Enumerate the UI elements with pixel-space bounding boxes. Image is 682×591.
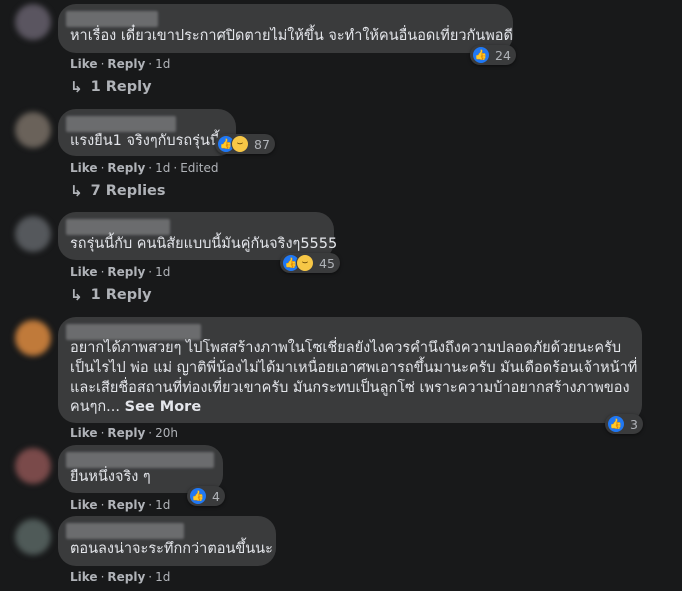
see-more-link[interactable]: See More: [125, 399, 202, 415]
avatar[interactable]: [15, 519, 51, 555]
comment-text: หาเรื่อง เดี๋ยวเขาประกาศปิดตายไม่ให้ขึ้น…: [70, 28, 513, 44]
avatar[interactable]: [15, 448, 51, 484]
author-name-blurred[interactable]: [66, 324, 201, 340]
comment-text-truncated: คนๆก...: [70, 399, 121, 415]
reaction-count-pill[interactable]: 👍 24: [470, 45, 516, 65]
comment-text-line-1: อยากได้ภาพสวยๆ ไปโพสสร้างภาพในโซเชี่ยลยั…: [70, 340, 622, 356]
timestamp[interactable]: 1d: [155, 161, 170, 175]
comment-bubble: หาเรื่อง เดี๋ยวเขาประกาศปิดตายไม่ให้ขึ้น…: [58, 4, 513, 53]
timestamp[interactable]: 1d: [155, 265, 170, 279]
like-link[interactable]: Like: [70, 161, 98, 175]
timestamp[interactable]: 1d: [155, 498, 170, 512]
author-name-blurred[interactable]: [66, 11, 158, 27]
like-reaction-icon: 👍: [472, 46, 490, 64]
comment-actions: Like · Reply · 1d: [70, 570, 171, 584]
comment-text: รถรุ่นนี้กับ คนนิสัยแบบนี้มันคู่กันจริงๆ…: [70, 236, 338, 252]
edited-label[interactable]: Edited: [180, 161, 218, 175]
reply-link[interactable]: Reply: [107, 570, 145, 584]
like-link[interactable]: Like: [70, 426, 98, 440]
comment-actions: Like · Reply · 1d: [70, 57, 171, 71]
comment-text: แรงยืน1 จริงๆกับรถรุ่นนี้: [70, 133, 220, 149]
author-name-blurred[interactable]: [66, 116, 176, 132]
like-reaction-icon: 👍: [189, 487, 207, 505]
comment-actions: Like · Reply · 1d · Edited: [70, 161, 219, 175]
view-replies-link[interactable]: ↳ 1 Reply: [70, 78, 152, 96]
replies-label: 1 Reply: [90, 287, 152, 303]
reaction-count: 3: [630, 416, 638, 432]
avatar[interactable]: [15, 112, 51, 148]
reaction-count-pill[interactable]: 👍 ⌣ 87: [215, 134, 275, 154]
reply-arrow-icon: ↳: [70, 182, 83, 200]
avatar[interactable]: [15, 4, 51, 40]
replies-label: 7 Replies: [90, 183, 166, 199]
timestamp[interactable]: 20h: [155, 426, 178, 440]
reaction-count: 45: [319, 255, 335, 271]
like-link[interactable]: Like: [70, 498, 98, 512]
author-name-blurred[interactable]: [66, 523, 184, 539]
reply-link[interactable]: Reply: [107, 426, 145, 440]
timestamp[interactable]: 1d: [155, 57, 170, 71]
reply-link[interactable]: Reply: [107, 498, 145, 512]
like-link[interactable]: Like: [70, 265, 98, 279]
reaction-count-pill[interactable]: 👍 4: [187, 486, 225, 506]
comment-actions: Like · Reply · 1d: [70, 265, 171, 279]
reply-arrow-icon: ↳: [70, 78, 83, 96]
reaction-count-pill[interactable]: 👍 ⌣ 45: [280, 253, 340, 273]
comment-actions: Like · Reply · 1d: [70, 498, 171, 512]
comment-text-line-2: เป็นไรไป พ่อ แม่ ญาติพี่น้องไม่ได้มาเหนื…: [70, 360, 638, 376]
comment-actions: Like · Reply · 20h: [70, 426, 178, 440]
author-name-blurred[interactable]: [66, 452, 214, 468]
avatar[interactable]: [15, 216, 51, 252]
replies-label: 1 Reply: [90, 79, 152, 95]
reaction-count: 4: [212, 488, 220, 504]
comment-text: ยืนหนึ่งจริง ๆ: [70, 469, 151, 485]
reaction-count-pill[interactable]: 👍 3: [605, 414, 643, 434]
reply-link[interactable]: Reply: [107, 265, 145, 279]
view-replies-link[interactable]: ↳ 1 Reply: [70, 286, 152, 304]
like-link[interactable]: Like: [70, 570, 98, 584]
reply-arrow-icon: ↳: [70, 286, 83, 304]
comment-bubble: อยากได้ภาพสวยๆ ไปโพสสร้างภาพในโซเชี่ยลยั…: [58, 317, 642, 423]
like-reaction-icon: 👍: [607, 415, 625, 433]
author-name-blurred[interactable]: [66, 219, 170, 235]
reply-link[interactable]: Reply: [107, 161, 145, 175]
comment-text-line-4: คนๆก... See More: [70, 398, 201, 417]
haha-reaction-icon: ⌣: [231, 135, 249, 153]
comment-bubble: แรงยืน1 จริงๆกับรถรุ่นนี้: [58, 109, 236, 156]
like-link[interactable]: Like: [70, 57, 98, 71]
comment-bubble: ตอนลงน่าจะระทึกกว่าตอนขึ้นนะ: [58, 516, 276, 566]
avatar[interactable]: [15, 320, 51, 356]
reaction-count: 87: [254, 136, 270, 152]
comment-text-line-3: และเสียชื่อสถานที่ท่องเที่ยวเขาครับ มันก…: [70, 380, 630, 396]
reaction-count: 24: [495, 47, 511, 63]
view-replies-link[interactable]: ↳ 7 Replies: [70, 182, 166, 200]
haha-reaction-icon: ⌣: [296, 254, 314, 272]
reply-link[interactable]: Reply: [107, 57, 145, 71]
comment-text: ตอนลงน่าจะระทึกกว่าตอนขึ้นนะ: [70, 541, 273, 557]
timestamp[interactable]: 1d: [155, 570, 170, 584]
